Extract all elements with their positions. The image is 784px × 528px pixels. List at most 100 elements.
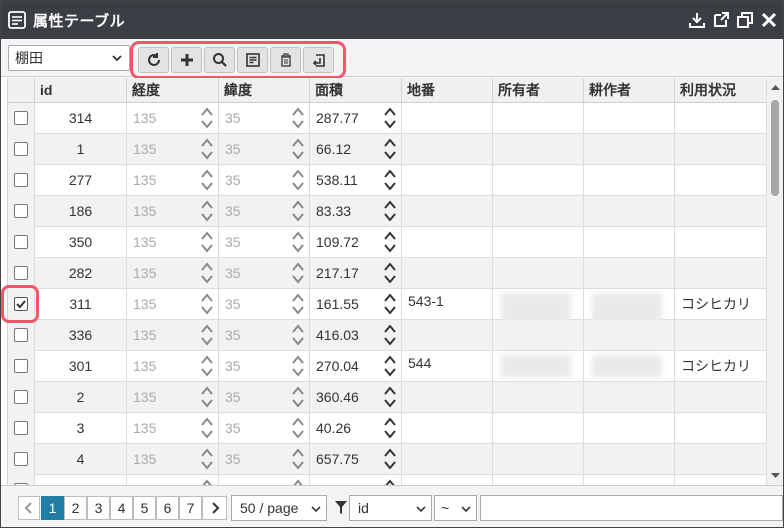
cell-usage[interactable] (675, 444, 766, 475)
cell-longitude[interactable]: 135 (127, 320, 219, 351)
header-latitude[interactable]: 緯度 (219, 78, 310, 103)
stepper-arrows-icon[interactable] (383, 230, 397, 254)
page-button[interactable]: 6 (156, 496, 179, 520)
search-button[interactable] (204, 47, 235, 73)
cell-usage[interactable] (675, 134, 766, 165)
cell-latitude[interactable]: 35 (219, 475, 310, 485)
filter-value-input[interactable] (480, 495, 783, 521)
row-checkbox[interactable] (14, 204, 28, 218)
next-page-button[interactable] (202, 496, 227, 520)
cell-longitude[interactable]: 135 (127, 475, 219, 485)
scroll-up-icon[interactable] (771, 84, 780, 90)
stepper-arrows-icon[interactable] (291, 106, 305, 130)
cell-longitude[interactable]: 135 (127, 413, 219, 444)
cell-lot-number[interactable] (402, 134, 493, 165)
stepper-arrows-icon[interactable] (200, 416, 214, 440)
page-button[interactable]: 7 (179, 496, 202, 520)
cell-owner[interactable] (493, 103, 584, 134)
cell-usage[interactable] (675, 413, 766, 444)
page-button[interactable]: 3 (87, 496, 110, 520)
row-checkbox[interactable] (14, 390, 28, 404)
page-button[interactable]: 5 (133, 496, 156, 520)
cell-farmer[interactable] (584, 103, 675, 134)
cell-usage[interactable] (675, 320, 766, 351)
stepper-arrows-icon[interactable] (383, 385, 397, 409)
cell-lot-number[interactable] (402, 165, 493, 196)
stepper-arrows-icon[interactable] (200, 230, 214, 254)
cell-lot-number[interactable] (402, 444, 493, 475)
stepper-arrows-icon[interactable] (291, 447, 305, 471)
stepper-arrows-icon[interactable] (200, 106, 214, 130)
stepper-arrows-icon[interactable] (291, 199, 305, 223)
stepper-arrows-icon[interactable] (200, 385, 214, 409)
open-external-button[interactable] (711, 10, 731, 30)
stepper-arrows-icon[interactable] (200, 168, 214, 192)
cell-farmer[interactable] (584, 196, 675, 227)
cell-owner[interactable] (493, 475, 584, 485)
row-checkbox[interactable] (14, 328, 28, 342)
cell-owner[interactable] (493, 444, 584, 475)
cell-area[interactable]: 217.17 (310, 258, 402, 289)
table-row[interactable]: 277 135 35 538.11 (8, 165, 766, 196)
stepper-arrows-icon[interactable] (383, 106, 397, 130)
edit-button[interactable] (237, 47, 268, 73)
row-checkbox[interactable] (14, 359, 28, 373)
cell-owner[interactable] (493, 413, 584, 444)
header-usage[interactable]: 利用状況 (675, 78, 766, 103)
stepper-arrows-icon[interactable] (200, 447, 214, 471)
cell-owner[interactable] (493, 258, 584, 289)
cell-longitude[interactable]: 135 (127, 444, 219, 475)
row-checkbox[interactable] (14, 266, 28, 280)
cell-farmer[interactable] (584, 475, 675, 485)
row-checkbox[interactable] (14, 421, 28, 435)
cell-area[interactable]: 99.50 (310, 475, 402, 485)
cell-longitude[interactable]: 135 (127, 165, 219, 196)
scrollbar-thumb[interactable] (771, 100, 779, 196)
row-checkbox[interactable] (14, 111, 28, 125)
cell-farmer[interactable] (584, 258, 675, 289)
cell-owner[interactable] (493, 165, 584, 196)
stepper-arrows-icon[interactable] (291, 385, 305, 409)
add-button[interactable] (171, 47, 202, 73)
table-row[interactable]: 3 135 35 40.26 (8, 413, 766, 444)
stepper-arrows-icon[interactable] (383, 478, 397, 485)
cell-lot-number[interactable] (402, 413, 493, 444)
stepper-arrows-icon[interactable] (383, 323, 397, 347)
cell-farmer[interactable] (584, 413, 675, 444)
cell-owner[interactable] (493, 320, 584, 351)
cell-lot-number[interactable] (402, 258, 493, 289)
import-button[interactable] (303, 47, 334, 73)
cell-lot-number[interactable] (402, 196, 493, 227)
cell-area[interactable]: 416.03 (310, 320, 402, 351)
cell-usage[interactable]: コシヒカリ (675, 289, 766, 320)
header-id[interactable]: id (35, 78, 127, 103)
cell-farmer[interactable] (584, 165, 675, 196)
page-button[interactable]: 4 (110, 496, 133, 520)
cell-lot-number[interactable] (402, 475, 493, 485)
stepper-arrows-icon[interactable] (383, 199, 397, 223)
cell-longitude[interactable]: 135 (127, 351, 219, 382)
stepper-arrows-icon[interactable] (200, 323, 214, 347)
cell-usage[interactable] (675, 475, 766, 485)
cell-longitude[interactable]: 135 (127, 227, 219, 258)
table-row[interactable]: 1 135 35 66.12 (8, 134, 766, 165)
cell-longitude[interactable]: 135 (127, 134, 219, 165)
cell-lot-number[interactable]: 543-1 (402, 289, 493, 320)
delete-button[interactable] (270, 47, 301, 73)
download-button[interactable] (687, 10, 707, 30)
table-row[interactable]: 301 135 35 270.04 544 コシヒカリ (8, 351, 766, 382)
stepper-arrows-icon[interactable] (200, 292, 214, 316)
cell-usage[interactable] (675, 227, 766, 258)
cell-latitude[interactable]: 35 (219, 258, 310, 289)
cell-usage[interactable] (675, 382, 766, 413)
table-row[interactable]: 2 135 35 360.46 (8, 382, 766, 413)
vertical-scrollbar[interactable] (766, 78, 783, 485)
cell-owner[interactable] (493, 289, 584, 347)
cell-latitude[interactable]: 35 (219, 165, 310, 196)
stepper-arrows-icon[interactable] (200, 137, 214, 161)
stepper-arrows-icon[interactable] (200, 354, 214, 378)
header-area[interactable]: 面積 (310, 78, 402, 103)
page-button[interactable]: 2 (64, 496, 87, 520)
cell-area[interactable]: 66.12 (310, 134, 402, 165)
table-row[interactable]: 314 135 35 287.77 (8, 103, 766, 134)
